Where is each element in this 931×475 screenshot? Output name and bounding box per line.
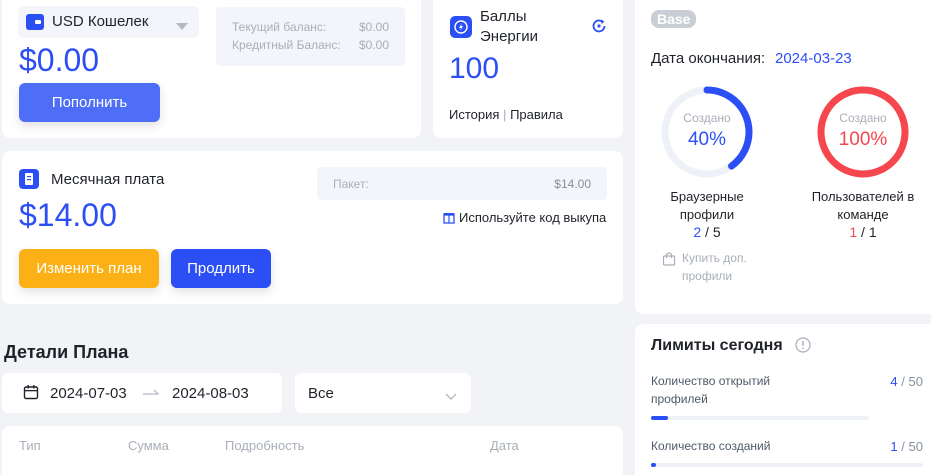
- profiles-label-line1: Браузерные: [670, 189, 744, 204]
- limits-title: Лимиты сегодня: [651, 337, 783, 354]
- date-to[interactable]: 2024-08-03: [172, 385, 249, 402]
- monthly-amount: $14.00: [19, 197, 117, 233]
- plan-badge: Base: [651, 10, 697, 28]
- wallet-icon: [26, 14, 44, 30]
- wallet-card: USD Кошелек $0.00 Пополнить Текущий бала…: [2, 0, 421, 138]
- limit-count: 4 / 50: [890, 374, 923, 389]
- wallet-name: USD Кошелек: [52, 13, 149, 30]
- limit-slash: /: [901, 439, 905, 454]
- limit-label-line1: Количество открытий: [651, 374, 771, 388]
- arrow-right-icon: [143, 385, 160, 403]
- renew-button[interactable]: Продлить: [171, 249, 271, 288]
- type-filter-select[interactable]: Все: [295, 373, 471, 413]
- buy-profiles-line2: профили: [682, 269, 733, 283]
- calendar-icon: [23, 384, 39, 405]
- info-icon[interactable]: [795, 337, 811, 358]
- members-label-line1: Пользователей в: [811, 189, 915, 204]
- profiles-label-line2: профили: [679, 207, 735, 222]
- profiles-slash: /: [705, 224, 709, 240]
- current-balance-value: $0.00: [358, 20, 389, 34]
- limit-used: 4: [890, 374, 898, 389]
- limit-item: Количество открытий профилей 4 / 50: [651, 374, 923, 422]
- limit-slash: /: [901, 374, 905, 389]
- topup-button[interactable]: Пополнить: [19, 83, 160, 122]
- limit-total: 50: [908, 439, 923, 454]
- plan-table: Тип Сумма Подробность Дата: [2, 426, 623, 475]
- members-percent: 100%: [838, 129, 888, 150]
- wallet-amount: $0.00: [19, 42, 100, 78]
- limit-count: 1 / 50: [890, 439, 923, 454]
- buy-profiles-line1: Купить доп.: [682, 251, 747, 265]
- refresh-icon[interactable]: [590, 17, 608, 40]
- change-plan-button[interactable]: Изменить план: [19, 249, 159, 288]
- redeem-code-label: Используйте код выкупа: [459, 210, 607, 225]
- energy-links: История | Правила: [449, 107, 563, 122]
- chevron-down-icon: [176, 18, 188, 36]
- plan-details-title: Детали Плана: [4, 342, 129, 362]
- package-label: Пакет:: [333, 177, 369, 191]
- end-date-value: 2024-03-23: [775, 50, 852, 67]
- energy-card: Баллы Энергии 100 История | Правила: [433, 0, 623, 138]
- type-filter-value: Все: [308, 385, 334, 402]
- chevron-down-icon: [445, 388, 457, 406]
- members-created-label: Создано: [839, 111, 887, 125]
- history-link[interactable]: История: [449, 107, 499, 122]
- members-count: 1 / 1: [805, 224, 921, 240]
- redeem-code-link[interactable]: Используйте код выкупа: [443, 210, 606, 225]
- credit-balance-value: $0.00: [358, 38, 389, 52]
- profiles-count: 2 / 5: [651, 224, 763, 240]
- balance-box: Текущий баланс: $0.00 Кредитный Баланс: …: [216, 7, 405, 66]
- end-date-label: Дата окончания:: [651, 50, 766, 67]
- limit-item: Количество созданий 1 / 50: [651, 439, 923, 469]
- column-header-details: Подробность: [225, 438, 305, 453]
- members-label-line2: команде: [837, 207, 889, 222]
- wallet-selector[interactable]: USD Кошелек: [18, 6, 199, 38]
- credit-balance-label: Кредитный Баланс:: [232, 38, 341, 52]
- package-box: Пакет: $14.00: [317, 167, 607, 200]
- rules-link[interactable]: Правила: [510, 107, 563, 122]
- limit-progress-track: [651, 463, 923, 467]
- energy-value: 100: [449, 52, 500, 85]
- limit-label-line1: Количество созданий: [651, 439, 771, 453]
- current-balance-label: Текущий баланс:: [232, 20, 327, 34]
- members-used: 1: [849, 224, 858, 240]
- energy-title-line1: Баллы: [480, 8, 527, 25]
- column-header-type: Тип: [19, 438, 41, 453]
- shopping-bag-icon: [662, 252, 676, 269]
- limit-progress-fill: [651, 416, 669, 420]
- limits-panel: Лимиты сегодня Количество открытий профи…: [635, 324, 931, 475]
- limit-used: 1: [890, 439, 898, 454]
- lightning-icon: [450, 16, 472, 38]
- limit-total: 50: [908, 374, 923, 389]
- column-header-date: Дата: [490, 438, 519, 453]
- profiles-total: 5: [712, 224, 721, 240]
- receipt-icon: [19, 169, 39, 189]
- package-value: $14.00: [554, 177, 591, 191]
- monthly-card: Месячная плата $14.00 Пакет: $14.00 Испо…: [2, 151, 623, 304]
- link-separator: |: [503, 107, 507, 122]
- monthly-title: Месячная плата: [51, 171, 165, 188]
- date-from[interactable]: 2024-07-03: [50, 385, 127, 402]
- limit-progress-track: [651, 416, 869, 420]
- profiles-used: 2: [693, 224, 702, 240]
- profiles-percent: 40%: [687, 129, 727, 150]
- profiles-created-label: Создано: [683, 111, 731, 125]
- limit-progress-fill: [651, 463, 657, 467]
- date-range-picker[interactable]: 2024-07-03 2024-08-03: [2, 373, 282, 413]
- energy-title-line2: Энергии: [480, 28, 538, 45]
- plan-summary-panel: Base Дата окончания: 2024-03-23 Создано …: [635, 0, 931, 314]
- column-header-amount: Сумма: [128, 438, 169, 453]
- gift-icon: [443, 211, 455, 224]
- members-total: 1: [868, 224, 877, 240]
- limit-label-line2: профилей: [651, 392, 708, 406]
- members-slash: /: [861, 224, 865, 240]
